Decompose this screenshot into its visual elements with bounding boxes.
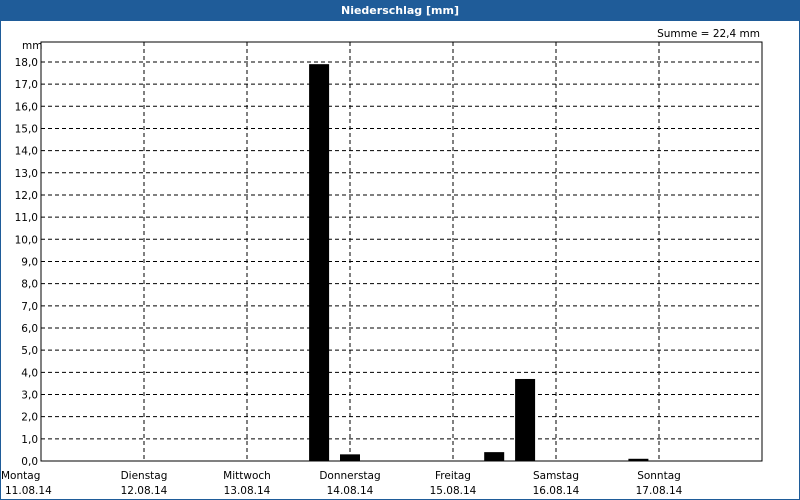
x-tick-day: Sonntag [637, 470, 681, 482]
x-tick-day: Samstag [533, 470, 579, 482]
x-tick-date: 11.08.14 [5, 485, 52, 497]
y-tick-label: 1,0 [21, 434, 38, 446]
precipitation-bar [309, 64, 330, 461]
x-tick-date: 17.08.14 [636, 485, 683, 497]
x-tick-day: Freitag [435, 470, 471, 482]
y-tick-label: 4,0 [21, 367, 38, 379]
x-tick-day: Montag [1, 470, 40, 482]
x-tick-date: 12.08.14 [121, 485, 168, 497]
y-tick-label: 9,0 [21, 256, 38, 268]
y-axis-ticks: 0,0 1,0 2,0 3,0 4,0 5,0 6,0 7,0 8,0 9,0 10,0 11,0 12… [15, 57, 38, 468]
y-tick-label: 3,0 [21, 389, 38, 401]
y-tick-label: 13,0 [15, 168, 38, 180]
bars [309, 64, 649, 461]
x-tick-day: Dienstag [121, 470, 168, 482]
plot-border [40, 41, 763, 462]
precipitation-chart: 0,0 1,0 2,0 3,0 4,0 5,0 6,0 7,0 8,0 9,0 10,0 11,0 12… [1, 28, 763, 497]
x-tick-day: Mittwoch [223, 470, 271, 482]
y-tick-label: 14,0 [15, 146, 38, 158]
y-tick-label: 10,0 [15, 234, 38, 246]
y-tick-label: 7,0 [21, 301, 38, 313]
y-tick-label: 6,0 [21, 323, 38, 335]
y-axis-label: mm [22, 40, 42, 52]
grid-lines [41, 42, 762, 461]
precipitation-bar [340, 454, 360, 461]
y-tick-label: 8,0 [21, 279, 38, 291]
x-tick-day: Donnerstag [319, 470, 380, 482]
y-tick-label: 0,0 [21, 456, 38, 468]
y-tick-label: 15,0 [15, 123, 38, 135]
y-tick-label: 2,0 [21, 412, 38, 424]
x-tick-date: 14.08.14 [327, 485, 374, 497]
x-axis-ticks: Montag 11.08.14 Dienstag 12.08.14 Mittwoch 13… [1, 470, 683, 497]
y-tick-label: 16,0 [15, 101, 38, 113]
x-tick-date: 16.08.14 [533, 485, 580, 497]
y-tick-label: 5,0 [21, 345, 38, 357]
x-tick-date: 15.08.14 [430, 485, 477, 497]
y-tick-label: 17,0 [15, 79, 38, 91]
x-tick-date: 13.08.14 [224, 485, 271, 497]
y-tick-label: 12,0 [15, 190, 38, 202]
y-tick-label: 11,0 [15, 212, 38, 224]
precipitation-bar [484, 452, 505, 461]
precipitation-bar [515, 378, 536, 461]
sum-label: Summe = 22,4 mm [657, 28, 760, 40]
y-tick-label: 18,0 [15, 57, 38, 69]
